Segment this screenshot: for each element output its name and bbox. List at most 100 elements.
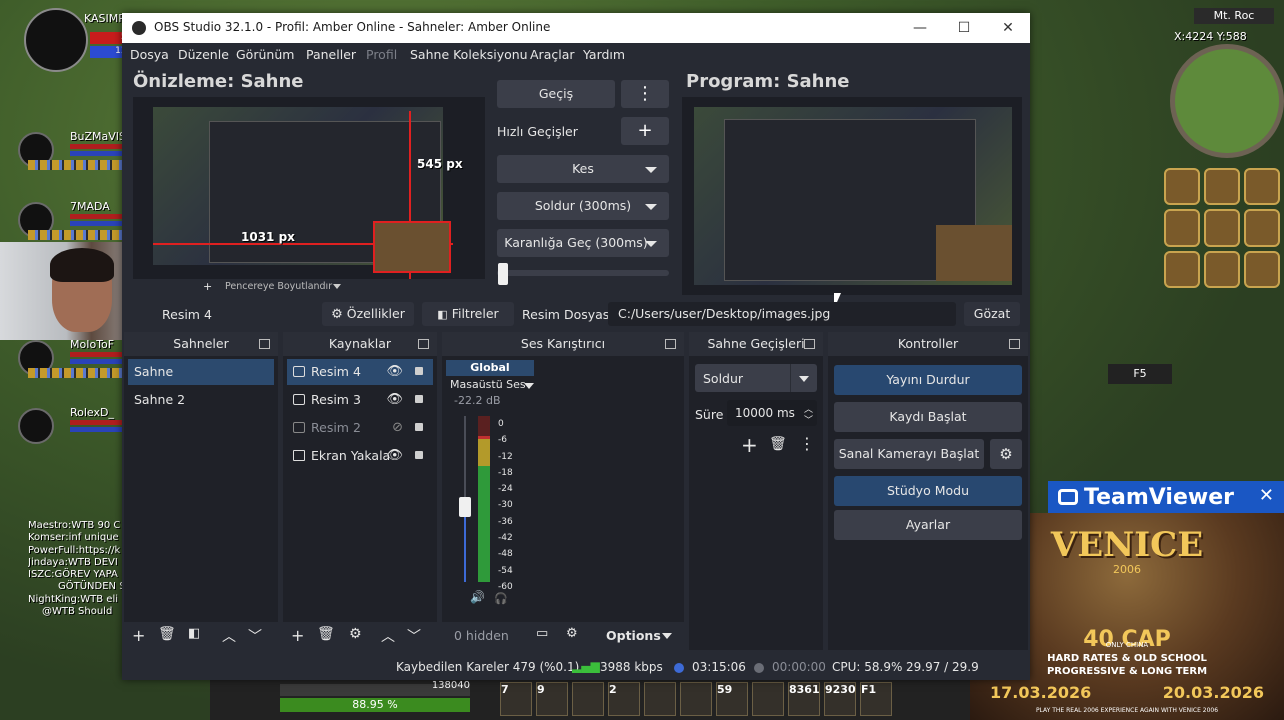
channel-name[interactable]: Masaüstü Ses	[450, 378, 526, 391]
more-icon[interactable]: ⋮	[799, 434, 815, 453]
hotbar-slot[interactable]: F1	[860, 682, 892, 716]
close-icon[interactable]: ✕	[1259, 485, 1274, 506]
gear-icon[interactable]: ⚙	[349, 626, 362, 642]
skill-icon	[1244, 209, 1280, 247]
minimize-button[interactable]: —	[898, 16, 942, 40]
hp-bar	[70, 214, 130, 219]
browse-button[interactable]: Gözat	[964, 302, 1020, 326]
tbar-handle[interactable]	[498, 263, 508, 285]
hotbar-slot[interactable]	[752, 682, 784, 716]
add-icon[interactable]: +	[132, 626, 145, 645]
eye-hidden-icon[interactable]: ⊘	[392, 415, 403, 441]
menu-help[interactable]: Yardım	[583, 47, 625, 62]
menu-scene-collection[interactable]: Sahne Koleksiyonu	[410, 47, 528, 62]
chevron-down-icon[interactable]: ﹀	[407, 626, 421, 646]
hotbar-slot[interactable]: 9230	[824, 682, 856, 716]
menu-file[interactable]: Dosya	[130, 47, 169, 62]
float-dock-icon[interactable]	[665, 339, 676, 349]
start-virtual-camera-button[interactable]: Sanal Kamerayı Başlat	[834, 439, 984, 469]
virtual-camera-settings-icon[interactable]: ⚙	[990, 439, 1022, 469]
options-button[interactable]: Options	[606, 628, 661, 643]
headphones-icon[interactable]: 🎧	[494, 592, 508, 605]
close-button[interactable]: ✕	[986, 16, 1030, 40]
chevron-down-icon[interactable]	[524, 383, 534, 389]
speaker-icon[interactable]: 🔊	[470, 590, 485, 604]
hotbar-slot[interactable]: 9	[536, 682, 568, 716]
trash-icon[interactable]: 🗑	[158, 626, 176, 642]
gear-icon[interactable]: ⚙	[566, 626, 578, 641]
start-recording-button[interactable]: Kaydı Başlat	[834, 402, 1022, 432]
chevron-down-icon[interactable]	[333, 284, 341, 289]
preview-canvas[interactable]: 1031 px 545 px + Pencereye Boyutlandır	[133, 97, 485, 295]
volume-slider-handle[interactable]	[459, 497, 471, 517]
eye-icon[interactable]: 👁	[386, 387, 403, 413]
source-item[interactable]: Ekran Yakala 👁	[287, 443, 433, 469]
layout-icon[interactable]: ▭	[536, 626, 548, 641]
hotbar-slot[interactable]	[680, 682, 712, 716]
float-dock-icon[interactable]	[418, 339, 429, 349]
eye-icon[interactable]: 👁	[386, 443, 403, 469]
add-icon[interactable]: +	[203, 280, 212, 293]
source-item[interactable]: Resim 2 ⊘	[287, 415, 433, 441]
lock-icon[interactable]	[415, 395, 423, 403]
meter-tick: -30	[498, 500, 513, 511]
add-icon[interactable]: +	[291, 626, 304, 645]
controls-dock: Kontroller Yayını Durdur Kaydı Başlat Sa…	[828, 332, 1028, 650]
skill-grid	[1164, 168, 1284, 288]
menu-view[interactable]: Görünüm	[236, 47, 294, 62]
maximize-button[interactable]: ☐	[942, 16, 986, 40]
scene-item[interactable]: Sahne 2	[128, 387, 274, 413]
properties-label: Özellikler	[346, 306, 405, 321]
source-item[interactable]: Resim 3 👁	[287, 387, 433, 413]
duration-input[interactable]: 10000 ms ︿ ﹀	[727, 400, 817, 426]
trash-icon[interactable]: 🗑	[317, 626, 335, 642]
eye-icon[interactable]: 👁	[386, 359, 403, 385]
hotbar-slot[interactable]: 2	[608, 682, 640, 716]
float-dock-icon[interactable]	[259, 339, 270, 349]
transition-button[interactable]: Geçiş	[497, 80, 615, 108]
hotbar-slot[interactable]	[572, 682, 604, 716]
image-file-path-field[interactable]: C:/Users/user/Desktop/images.jpg	[608, 302, 956, 326]
trash-icon[interactable]: 🗑	[769, 436, 787, 452]
add-icon[interactable]: +	[741, 433, 758, 457]
menu-profile[interactable]: Profil	[366, 47, 397, 62]
lock-icon[interactable]	[415, 367, 423, 375]
menu-edit[interactable]: Düzenle	[178, 47, 229, 62]
selected-source-box[interactable]	[373, 221, 451, 273]
chevron-down-icon[interactable]	[662, 633, 672, 639]
filter-icon[interactable]: ◧	[188, 626, 200, 641]
lock-icon[interactable]	[415, 451, 423, 459]
stepper-down-icon[interactable]: ﹀	[804, 413, 813, 426]
quick-transition-cut[interactable]: Kes	[497, 155, 669, 183]
skill-icon	[1164, 250, 1200, 288]
float-dock-icon[interactable]	[804, 339, 815, 349]
quick-transition-fade[interactable]: Soldur (300ms)	[497, 192, 669, 220]
settings-button[interactable]: Ayarlar	[834, 510, 1022, 540]
studio-mode-button[interactable]: Stüdyo Modu	[834, 476, 1022, 506]
add-quick-transition-button[interactable]: +	[621, 117, 669, 145]
hotbar-slot[interactable]: 59	[716, 682, 748, 716]
chevron-down-icon[interactable]: ﹀	[248, 626, 262, 646]
menu-tools[interactable]: Araçlar	[530, 47, 575, 62]
hp-value: 138040	[431, 680, 470, 691]
ad-dates: 17.03.2026 20.03.2026	[990, 683, 1264, 702]
hotbar-slot[interactable]: 7	[500, 682, 532, 716]
stop-streaming-button[interactable]: Yayını Durdur	[834, 365, 1022, 395]
chevron-up-icon[interactable]: ︿	[381, 626, 395, 646]
properties-button[interactable]: ⚙ Özellikler	[322, 302, 414, 326]
menu-docks[interactable]: Paneller	[306, 47, 356, 62]
tbar-track[interactable]	[497, 270, 669, 276]
transition-select[interactable]: Soldur	[695, 364, 817, 392]
source-item[interactable]: Resim 4 👁	[287, 359, 433, 385]
float-dock-icon[interactable]	[1009, 339, 1020, 349]
filters-button[interactable]: ◧ Filtreler	[422, 302, 514, 326]
scene-item[interactable]: Sahne	[128, 359, 274, 385]
hotbar-slot[interactable]: 8361	[788, 682, 820, 716]
chevron-up-icon[interactable]: ︿	[222, 626, 236, 646]
hotbar-slot[interactable]	[644, 682, 676, 716]
scale-dropdown[interactable]: Pencereye Boyutlandır	[225, 281, 332, 292]
meter-tick: -48	[498, 549, 513, 560]
quick-transition-fade-to-black[interactable]: Karanlığa Geç (300ms)	[497, 229, 669, 257]
more-icon[interactable]: ⋮	[621, 80, 669, 108]
lock-icon[interactable]	[415, 423, 423, 431]
